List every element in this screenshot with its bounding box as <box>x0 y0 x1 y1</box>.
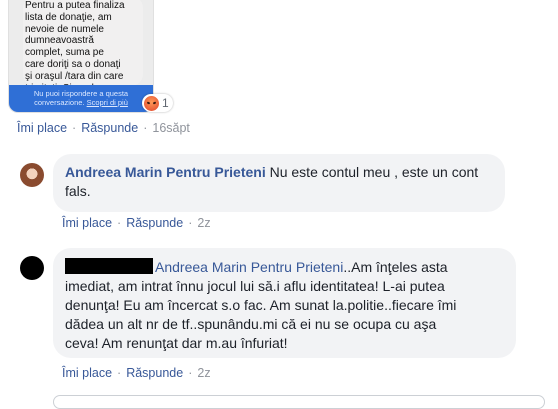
learn-more-link[interactable]: Scopri di più <box>87 98 128 107</box>
separator-dot: · <box>143 121 148 135</box>
message-screenshot-image[interactable]: Pentru a putea finaliza lista de donaţie… <box>8 0 154 113</box>
comment-actions: Îmi place · Răspunde · 2z <box>62 216 211 230</box>
banner-line-2: conversazione. <box>34 98 85 107</box>
timestamp[interactable]: 2z <box>197 366 210 380</box>
comment-bubble: Andreea Marin Pentru Prieteni..Am înţele… <box>53 248 516 358</box>
timestamp[interactable]: 2z <box>197 216 210 230</box>
message-text: Pentru a putea finaliza lista de donaţie… <box>25 0 125 94</box>
separator-dot: · <box>117 366 122 380</box>
reaction-summary[interactable]: 1 <box>142 94 173 112</box>
like-link[interactable]: Îmi place <box>62 216 112 230</box>
avatar[interactable] <box>20 163 44 187</box>
comment-actions: Îmi place · Răspunde · 2z <box>62 366 211 380</box>
separator-dot: · <box>117 216 122 230</box>
separator-dot: · <box>72 121 77 135</box>
reaction-count: 1 <box>162 96 169 110</box>
banner-line-1: Nu puoi rispondere a questa <box>33 89 129 98</box>
reply-link[interactable]: Răspunde <box>126 366 183 380</box>
reply-link[interactable]: Răspunde <box>81 121 138 135</box>
like-link[interactable]: Îmi place <box>17 121 67 135</box>
separator-dot: · <box>188 216 193 230</box>
like-link[interactable]: Îmi place <box>62 366 112 380</box>
reply-link[interactable]: Răspunde <box>126 216 183 230</box>
comment-author[interactable]: Andreea Marin Pentru Prieteni <box>65 164 266 180</box>
redacted-name <box>65 258 153 274</box>
comment-bubble: Andreea Marin Pentru Prieteni Nu este co… <box>53 154 505 212</box>
reply-input-box[interactable] <box>53 395 545 409</box>
tagged-author[interactable]: Andreea Marin Pentru Prieteni <box>155 259 343 275</box>
avatar[interactable] <box>20 256 44 280</box>
conversation-closed-banner: Nu puoi rispondere a questa conversazion… <box>9 85 153 112</box>
post-actions: Îmi place · Răspunde · 16săpt <box>17 121 190 135</box>
separator-dot: · <box>188 366 193 380</box>
timestamp[interactable]: 16săpt <box>152 121 190 135</box>
angry-reaction-icon <box>144 95 159 111</box>
